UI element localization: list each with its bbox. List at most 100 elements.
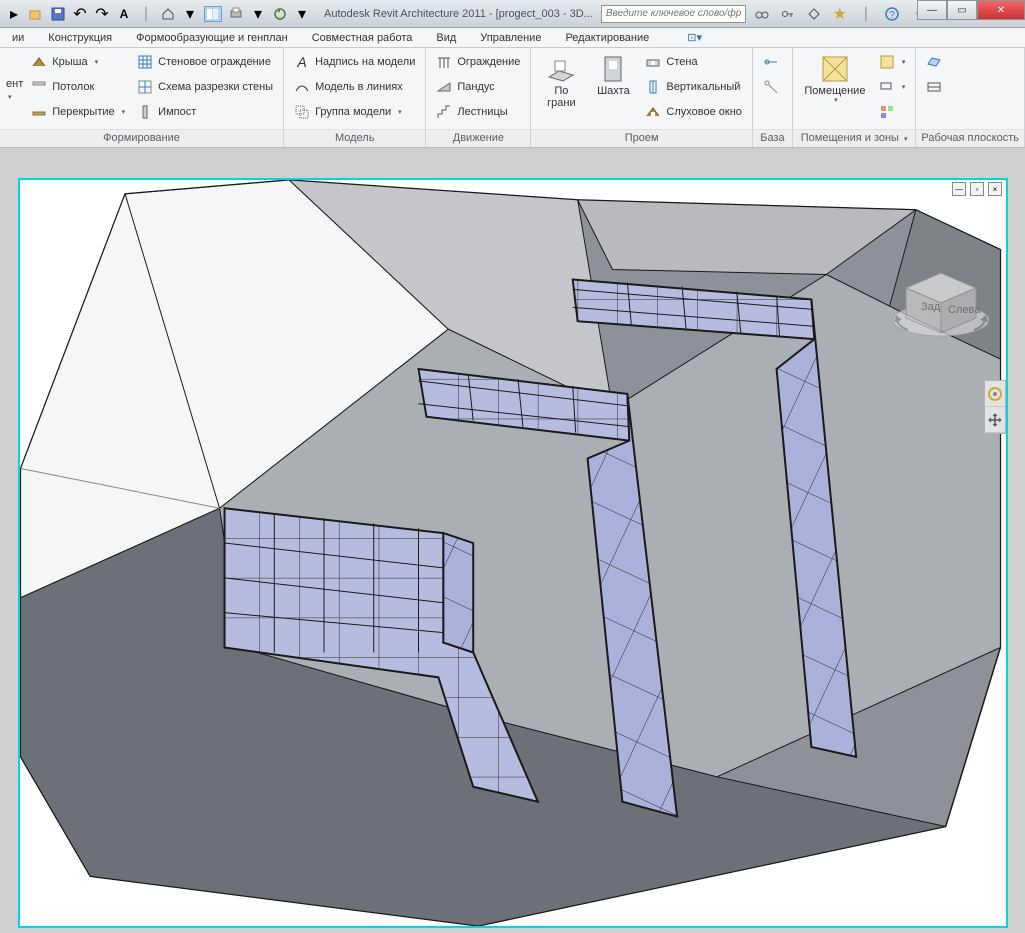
model-3d	[20, 180, 1006, 926]
curtain-wall-button[interactable]: Стеновое ограждение	[133, 51, 277, 73]
menu-overflow-icon[interactable]: ⊡▾	[675, 31, 714, 44]
floor-button[interactable]: Перекрытие▾	[27, 101, 129, 123]
window-controls: — ▭ ✕	[917, 0, 1025, 20]
wp-btn-2[interactable]	[922, 76, 946, 98]
grid2-icon	[137, 79, 153, 95]
sync-icon[interactable]	[272, 6, 288, 22]
legend-button[interactable]	[875, 101, 910, 123]
properties-icon[interactable]	[204, 6, 222, 22]
menu-item[interactable]: Редактирование	[553, 32, 661, 44]
wall-icon	[645, 54, 661, 70]
close-button[interactable]: ✕	[977, 0, 1025, 20]
show-icon	[926, 79, 942, 95]
panel-title: Проем	[531, 129, 752, 147]
pan-icon[interactable]	[985, 407, 1005, 433]
menu-item[interactable]: ии	[0, 32, 36, 44]
panel-title: Движение	[426, 129, 530, 147]
binoculars-icon[interactable]	[754, 6, 770, 22]
search-input[interactable]	[601, 5, 746, 23]
byface-icon	[545, 53, 577, 85]
exchange-icon[interactable]	[806, 6, 822, 22]
panel-title: Помещения и зоны ▾	[793, 129, 916, 147]
ribbon-panel-rooms: Помещение▾ ▾ ▾ Помещения и зоны ▾	[793, 48, 917, 147]
ribbon-panel-datum: База	[753, 48, 793, 147]
model-text-button[interactable]: AНадпись на модели	[290, 51, 419, 73]
ribbon: ент ▾ Крыша▾ Потолок Перекрытие▾ Стеново…	[0, 48, 1025, 148]
ribbon-panel-model: AНадпись на модели Модель в линиях Групп…	[284, 48, 426, 147]
panel-title: База	[753, 129, 792, 147]
open-button[interactable]	[28, 6, 44, 22]
maximize-button[interactable]: ▭	[947, 0, 977, 20]
mullion-button[interactable]: Импост	[133, 101, 277, 123]
wall-opening-button[interactable]: Стена	[641, 51, 746, 73]
menu-item[interactable]: Вид	[424, 32, 468, 44]
roof-button[interactable]: Крыша▾	[27, 51, 129, 73]
infocenter: ★ | ? ▾	[754, 6, 926, 22]
shaft-icon	[597, 53, 629, 85]
view-close-button[interactable]: ×	[988, 182, 1002, 196]
view-window-controls: — ▫ ×	[952, 182, 1002, 196]
svg-text:?: ?	[889, 10, 895, 21]
shaft-button[interactable]: Шахта	[589, 51, 637, 127]
help-icon[interactable]: ?	[884, 6, 900, 22]
viewport-3d[interactable]: — ▫ × Зад Слева	[18, 178, 1008, 928]
area-button[interactable]: ▾	[875, 51, 910, 73]
qat-drop[interactable]: ▾	[294, 6, 310, 22]
view-minimize-button[interactable]: —	[952, 182, 966, 196]
railing-icon	[436, 54, 452, 70]
menubar: ии Конструкция Формообразующие и генплан…	[0, 28, 1025, 48]
menu-item[interactable]: Конструкция	[36, 32, 124, 44]
room-button[interactable]: Помещение▾	[799, 51, 871, 127]
menu-item[interactable]: Управление	[468, 32, 553, 44]
key-icon[interactable]	[780, 6, 796, 22]
model-line-button[interactable]: Модель в линиях	[290, 76, 419, 98]
undo-button[interactable]: ↶	[72, 6, 88, 22]
redo-button[interactable]: ↷	[94, 6, 110, 22]
ramp-button[interactable]: Пандус	[432, 76, 524, 98]
print-icon[interactable]	[228, 6, 244, 22]
view-icon[interactable]: ▾	[182, 6, 198, 22]
mullion-icon	[137, 104, 153, 120]
menu-item[interactable]: Формообразующие и генплан	[124, 32, 300, 44]
app-title: Autodesk Revit Architecture 2011 - [prog…	[324, 8, 593, 20]
ruler-icon[interactable]: ▾	[250, 6, 266, 22]
vertical-icon	[645, 79, 661, 95]
ceiling-icon	[31, 79, 47, 95]
panel-title: Рабочая плоскость	[916, 129, 1024, 147]
save-button[interactable]	[50, 6, 66, 22]
panel-title: Формирование	[0, 129, 283, 147]
steering-wheel-icon[interactable]	[985, 381, 1005, 407]
by-face-button[interactable]: Пограни	[537, 51, 585, 127]
menu-item[interactable]: Совместная работа	[300, 32, 425, 44]
titlebar: ▸ ↶ ↷ A | ▾ ▾ ▾ Autodesk Revit Architect…	[0, 0, 1025, 28]
ribbon-panel-formirovanie: ент ▾ Крыша▾ Потолок Перекрытие▾ Стеново…	[0, 48, 284, 147]
group-icon	[294, 104, 310, 120]
panel-title: Модель	[284, 129, 425, 147]
text-a-icon[interactable]: A	[116, 6, 132, 22]
viewcube-face-back: Зад	[921, 301, 941, 313]
curtain-grid-button[interactable]: Схема разрезки стены	[133, 76, 277, 98]
railing-button[interactable]: Ограждение	[432, 51, 524, 73]
app-menu-button[interactable]: ▸	[6, 6, 22, 22]
dormer-button[interactable]: Слуховое окно	[641, 101, 746, 123]
viewcube[interactable]: Зад Слева	[886, 240, 996, 350]
level-icon	[763, 54, 779, 70]
plane-icon	[926, 54, 942, 70]
tag-button[interactable]: ▾	[875, 76, 910, 98]
minimize-button[interactable]: —	[917, 0, 947, 20]
favorite-icon[interactable]: ★	[832, 6, 848, 22]
datum-btn-1[interactable]	[759, 51, 783, 73]
home-icon[interactable]	[160, 6, 176, 22]
model-group-button[interactable]: Группа модели▾	[290, 101, 419, 123]
datum-btn-2[interactable]	[759, 76, 783, 98]
vertical-button[interactable]: Вертикальный	[641, 76, 746, 98]
quick-access-toolbar: ▸ ↶ ↷ A | ▾ ▾ ▾	[0, 6, 316, 22]
stairs-icon	[436, 104, 452, 120]
sep2: |	[858, 6, 874, 22]
text-icon: A	[294, 54, 310, 70]
drop-arrow-icon[interactable]: ▾	[8, 93, 23, 101]
ceiling-button[interactable]: Потолок	[27, 76, 129, 98]
wp-btn-1[interactable]	[922, 51, 946, 73]
view-maximize-button[interactable]: ▫	[970, 182, 984, 196]
stairs-button[interactable]: Лестницы	[432, 101, 524, 123]
